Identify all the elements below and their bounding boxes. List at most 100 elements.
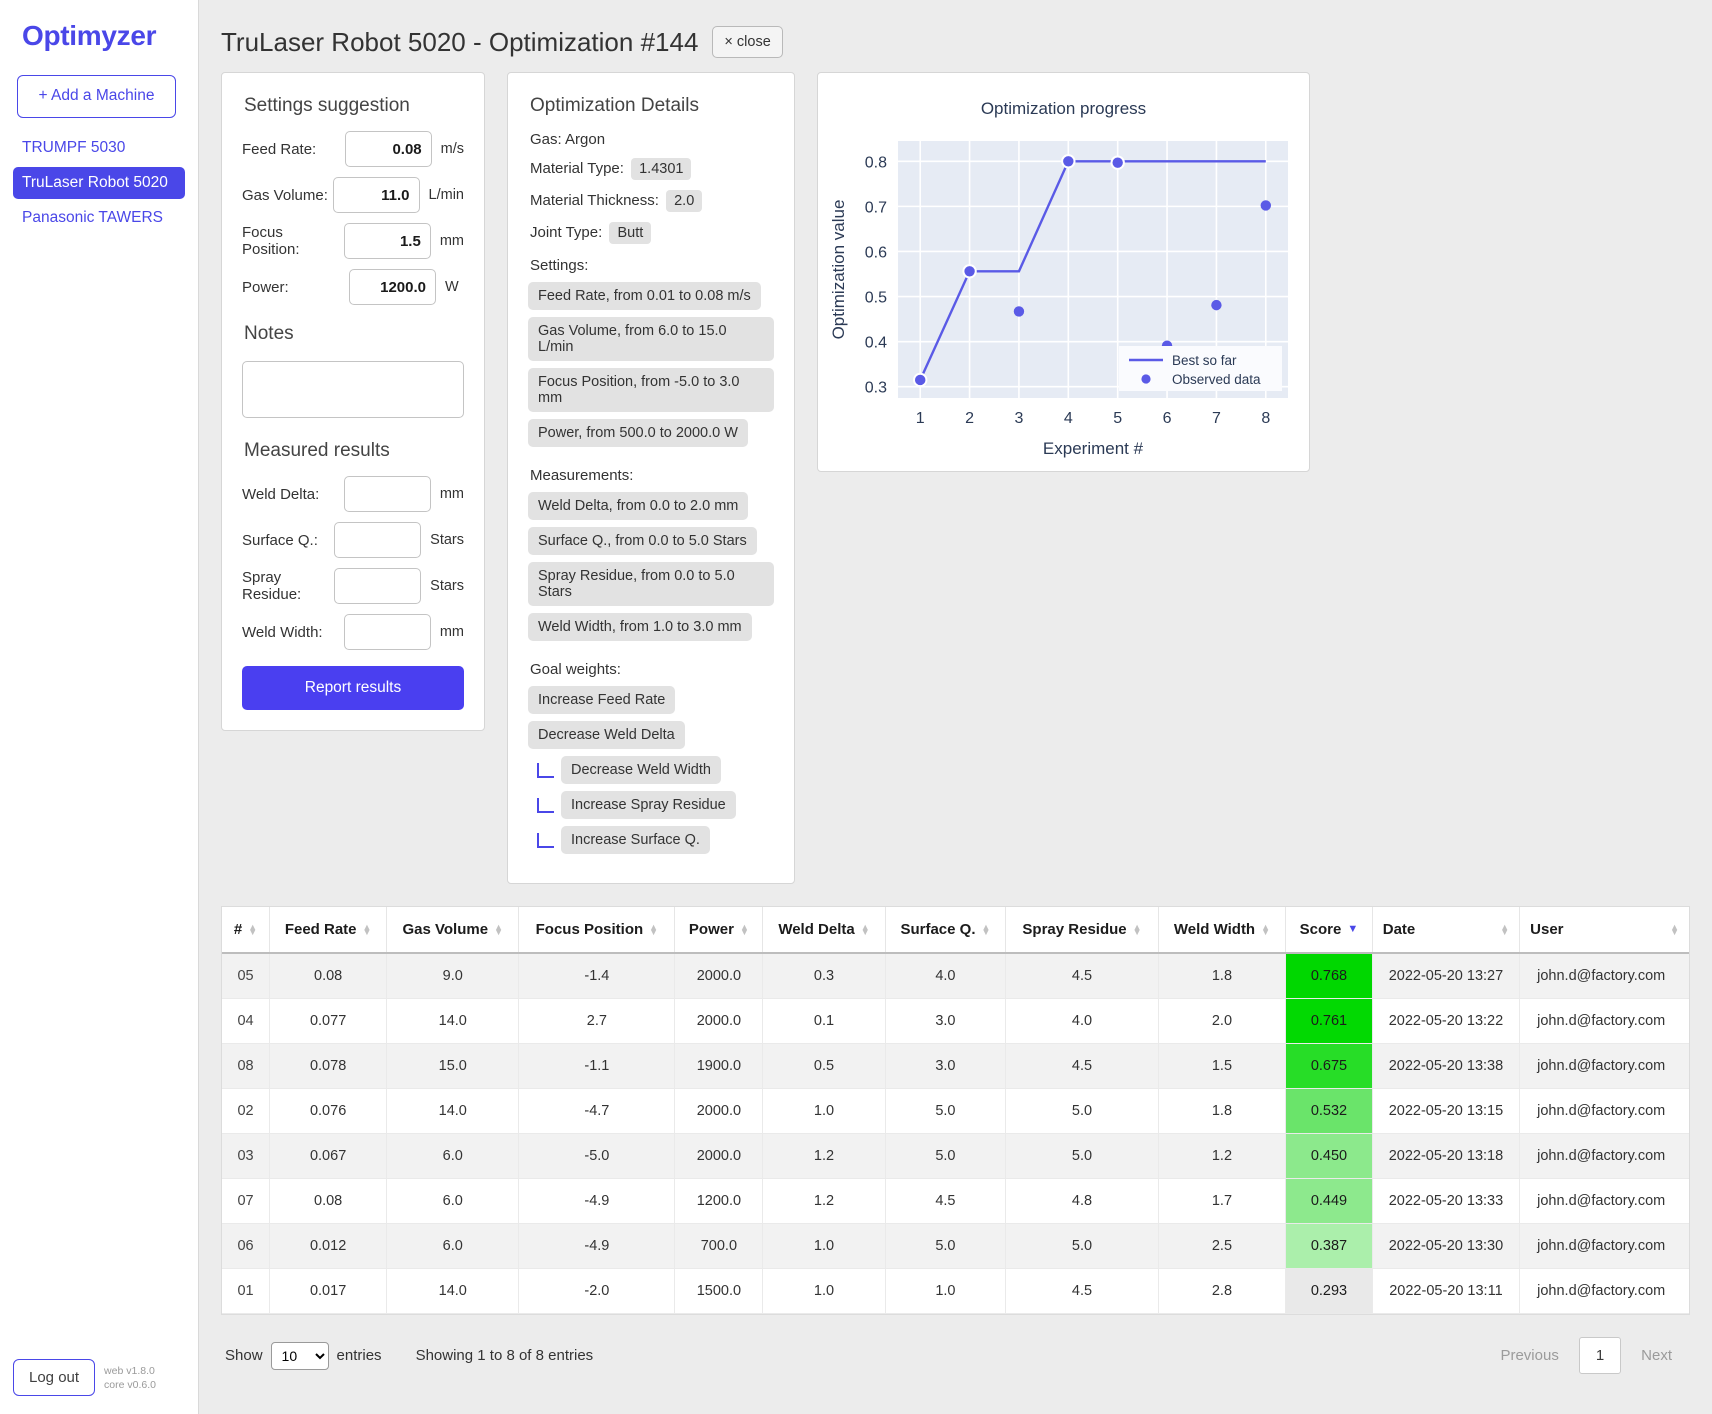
col-weld-width[interactable]: Weld Width ▲ ▼	[1158, 907, 1287, 954]
joint-type-label: Joint Type:	[530, 224, 603, 241]
cell-user: john.d@factory.com	[1519, 1043, 1689, 1089]
cell-weld-width: 1.7	[1158, 1178, 1287, 1224]
feed-rate-input[interactable]	[344, 131, 432, 167]
weld-width-input[interactable]	[343, 614, 431, 650]
cell-surface-q: 1.0	[885, 1268, 1007, 1314]
focus-position-input[interactable]	[343, 223, 431, 259]
cell-gas-volume: 6.0	[386, 1223, 520, 1269]
next-page-button[interactable]: Next	[1627, 1338, 1686, 1373]
page-1-button[interactable]: 1	[1578, 1337, 1622, 1374]
sidebar-item-panasonic-tawers[interactable]: Panasonic TAWERS	[13, 202, 185, 234]
previous-page-button[interactable]: Previous	[1486, 1338, 1572, 1373]
surface-q-label: Surface Q.:	[242, 531, 318, 549]
joint-type-row: Joint Type: Butt	[530, 222, 774, 244]
y-axis-label: Optimization value	[829, 200, 848, 340]
notes-textarea[interactable]	[242, 361, 464, 418]
col-gas-volume[interactable]: Gas Volume ▲ ▼	[386, 907, 520, 954]
cell-date: 2022-05-20 13:22	[1372, 998, 1521, 1044]
main-content: TruLaser Robot 5020 - Optimization #144 …	[199, 0, 1712, 1414]
power-input[interactable]	[349, 269, 436, 305]
sidebar-item-trumpf-5030[interactable]: TRUMPF 5030	[13, 132, 185, 164]
tree-elbow-icon	[537, 763, 554, 778]
cell-focus-position: -4.7	[518, 1088, 676, 1134]
sort-icon: ▲ ▼	[981, 921, 991, 937]
col-surface-q-label: Surface Q.	[900, 921, 976, 938]
cell-weld-delta: 1.0	[762, 1268, 886, 1314]
focus-position-unit: mm	[439, 233, 464, 249]
goal-weight-increase-spray-residue: Increase Spray Residue	[561, 791, 736, 819]
logout-button[interactable]: Log out	[13, 1359, 96, 1396]
cell-score: 0.675	[1285, 1043, 1373, 1089]
cell-gas-volume: 9.0	[386, 953, 520, 999]
report-results-button[interactable]: Report results	[242, 666, 464, 710]
cell-gas-volume: 6.0	[386, 1133, 520, 1179]
cell-focus-position: -1.4	[518, 953, 676, 999]
cell-score: 0.768	[1285, 953, 1373, 999]
table-row[interactable]: 07 0.08 6.0 -4.9 1200.0 1.2 4.5 4.8 1.7 0.449 2022…	[222, 1178, 1689, 1224]
cell-surface-q: 5.0	[885, 1223, 1007, 1269]
page-length-select[interactable]: 102550100	[270, 1341, 329, 1370]
goal-weights-label: Goal weights:	[530, 661, 621, 678]
cell-spray-residue: 4.5	[1005, 953, 1159, 999]
app-root: Optimyzer + Add a Machine TRUMPF 5030 Tr…	[0, 0, 1712, 1414]
spray-residue-unit: Stars	[430, 578, 464, 594]
cell-weld-width: 1.5	[1158, 1043, 1287, 1089]
surface-q-input[interactable]	[334, 522, 422, 558]
material-thickness-label: Material Thickness:	[530, 192, 659, 209]
cell-score: 0.532	[1285, 1088, 1373, 1134]
gas-volume-unit: L/min	[428, 187, 464, 203]
cell-surface-q: 4.0	[885, 953, 1007, 999]
page-header: TruLaser Robot 5020 - Optimization #144 …	[221, 26, 1690, 58]
gas-volume-input[interactable]	[332, 177, 420, 213]
optimization-details-title: Optimization Details	[530, 95, 699, 116]
measured-results-title: Measured results	[244, 440, 390, 461]
top-panels: Settings suggestion Feed Rate: m/s Gas V…	[221, 72, 1690, 884]
chart-legend: Best so far Observed data	[1119, 346, 1282, 391]
add-machine-button[interactable]: + Add a Machine	[17, 75, 176, 118]
col-score[interactable]: Score ▼	[1285, 907, 1373, 954]
cell-date: 2022-05-20 13:18	[1372, 1133, 1521, 1179]
col-weld-delta[interactable]: Weld Delta ▲ ▼	[762, 907, 886, 954]
col-feed-rate[interactable]: Feed Rate ▲ ▼	[269, 907, 388, 954]
col-surface-q[interactable]: Surface Q. ▲ ▼	[885, 907, 1007, 954]
power-unit: W	[445, 279, 459, 295]
cell-feed-rate: 0.077	[269, 998, 388, 1044]
cell-score: 0.450	[1285, 1133, 1373, 1179]
cell-user: john.d@factory.com	[1519, 998, 1689, 1044]
optimization-details-card: Optimization Details Gas: Argon Material…	[507, 72, 795, 884]
col-power[interactable]: Power ▲ ▼	[674, 907, 764, 954]
col-index[interactable]: # ▲ ▼	[222, 907, 271, 954]
cell-spray-residue: 4.5	[1005, 1043, 1159, 1089]
col-feed-rate-label: Feed Rate	[284, 921, 357, 938]
table-row[interactable]: 03 0.067 6.0 -5.0 2000.0 1.2 5.0 5.0 1.2 0.450 202…	[222, 1133, 1689, 1179]
cell-weld-width: 2.0	[1158, 998, 1287, 1044]
field-spray-residue: Spray Residue: Stars	[242, 568, 464, 604]
field-surface-q: Surface Q.: Stars	[242, 522, 464, 558]
col-focus-position[interactable]: Focus Position ▲ ▼	[518, 907, 676, 954]
sidebar-item-trulaser-robot-5020[interactable]: TruLaser Robot 5020	[13, 167, 185, 199]
entries-label: entries	[336, 1347, 382, 1364]
close-button[interactable]: × close	[712, 26, 783, 58]
sort-icon: ▲ ▼	[739, 921, 749, 937]
cell-spray-residue: 4.8	[1005, 1178, 1159, 1224]
weld-delta-unit: mm	[439, 486, 464, 502]
sort-icon: ▲ ▼	[1132, 921, 1142, 937]
observed-data-point	[1013, 306, 1025, 317]
col-user[interactable]: User ▲ ▼	[1519, 907, 1689, 954]
table-row[interactable]: 05 0.08 9.0 -1.4 2000.0 0.3 4.0 4.5 1.8 0.768 2022…	[222, 953, 1689, 999]
spray-residue-input[interactable]	[334, 568, 422, 604]
sort-icon: ▲ ▼	[494, 921, 503, 937]
weld-delta-input[interactable]	[343, 476, 431, 512]
table-row[interactable]: 02 0.076 14.0 -4.7 2000.0 1.0 5.0 5.0 1.8 0.532 20…	[222, 1088, 1689, 1134]
cell-idx: 07	[222, 1178, 271, 1224]
x-tick-label: 2	[965, 410, 974, 427]
field-power: Power: W	[242, 269, 464, 305]
legend-label-observed-data: Observed data	[1172, 372, 1261, 387]
table-row[interactable]: 01 0.017 14.0 -2.0 1500.0 1.0 1.0 4.5 2.8 0.293 20…	[222, 1268, 1689, 1314]
col-date[interactable]: Date ▲ ▼	[1372, 907, 1521, 954]
table-row[interactable]: 06 0.012 6.0 -4.9 700.0 1.0 5.0 5.0 2.5 0.387 2022…	[222, 1223, 1689, 1269]
sort-icon: ▲ ▼	[1670, 921, 1679, 937]
table-row[interactable]: 08 0.078 15.0 -1.1 1900.0 0.5 3.0 4.5 1.5 0.675 20…	[222, 1043, 1689, 1089]
table-row[interactable]: 04 0.077 14.0 2.7 2000.0 0.1 3.0 4.0 2.0 0.761 202…	[222, 998, 1689, 1044]
col-spray-residue[interactable]: Spray Residue ▲ ▼	[1005, 907, 1159, 954]
